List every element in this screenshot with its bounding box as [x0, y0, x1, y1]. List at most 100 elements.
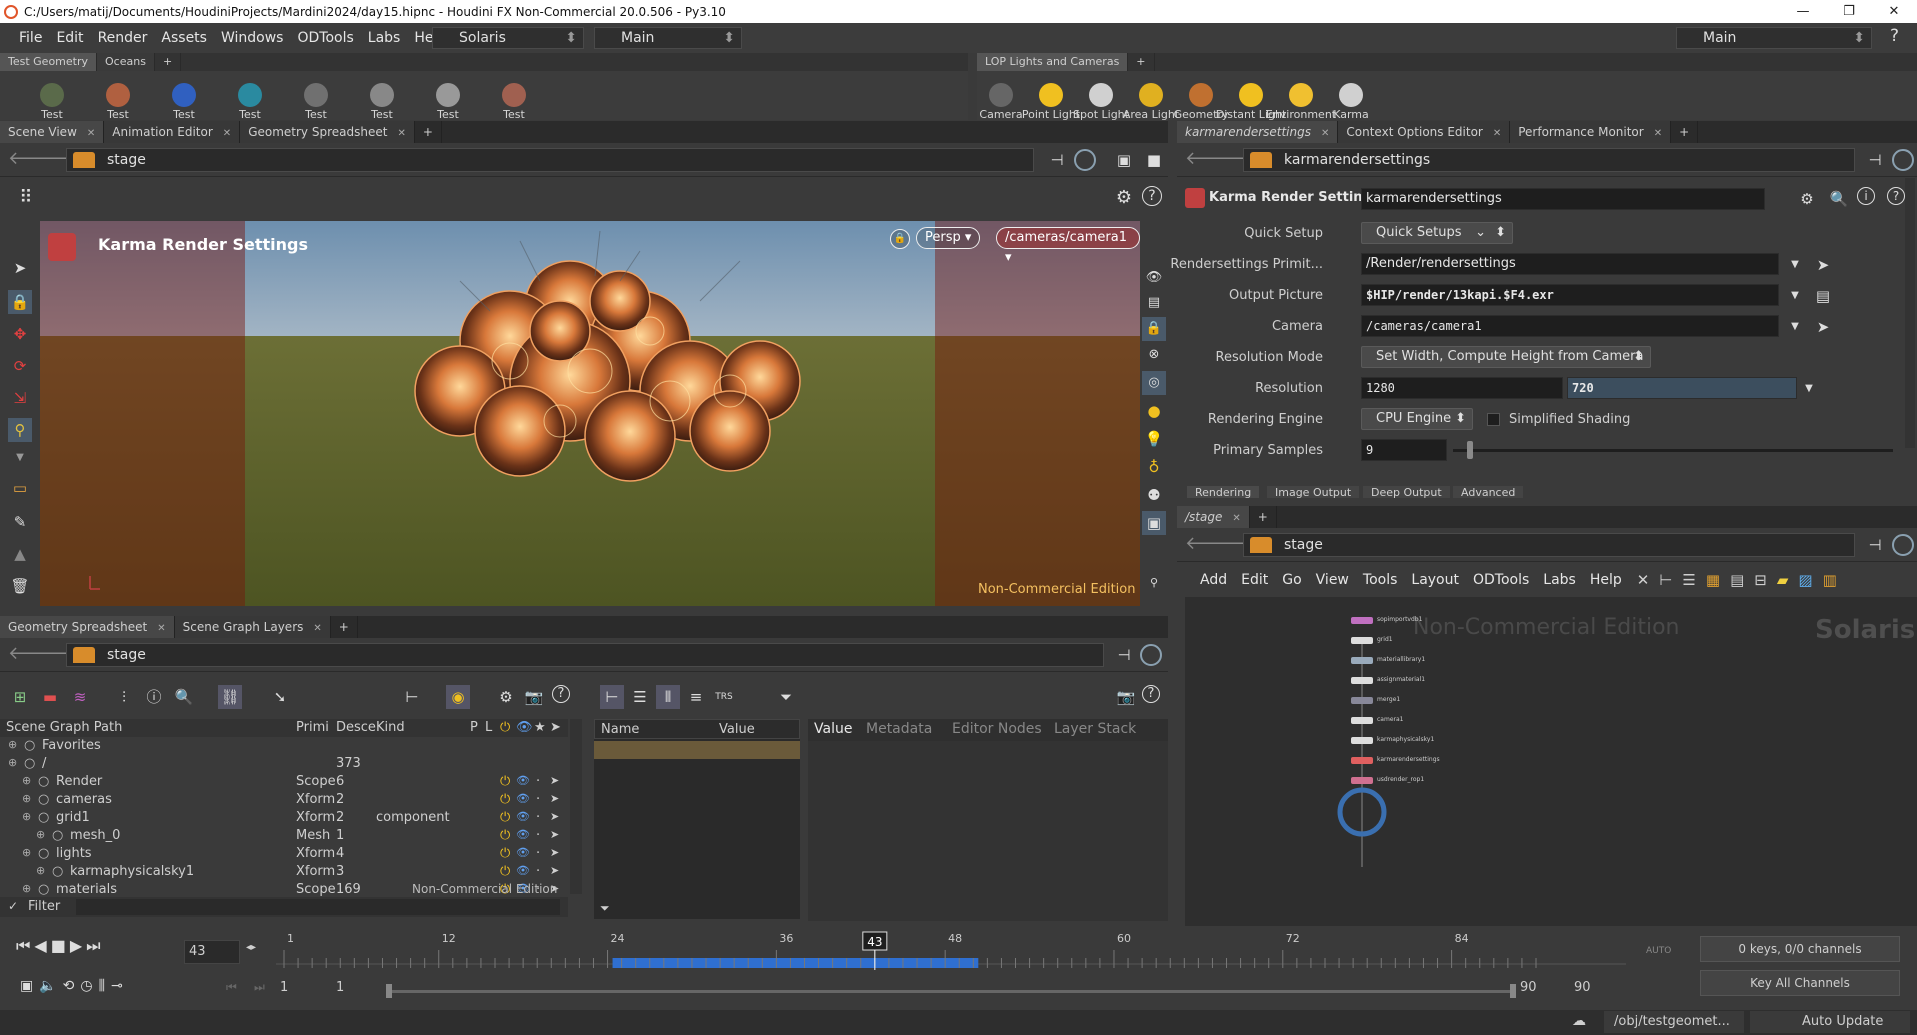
realtime-icon[interactable]: ▣ — [20, 978, 33, 1002]
sticky-note-icon[interactable]: ▰ — [1777, 571, 1789, 589]
add-tab-icon[interactable]: + — [415, 121, 442, 143]
columns-icon[interactable]: ⫴ — [656, 685, 680, 709]
network-node[interactable] — [1351, 737, 1373, 744]
select-toggle-icon[interactable]: ➤ — [550, 810, 559, 823]
param-scrollbar[interactable] — [1905, 178, 1915, 448]
select-arrow-icon[interactable]: ➤ — [1811, 253, 1835, 277]
visibility-toggle-icon[interactable]: 👁 — [516, 864, 530, 877]
search-icon[interactable]: 🔍 — [1827, 187, 1851, 211]
folder-tab-image-output[interactable]: Image Output — [1267, 486, 1360, 498]
scene-graph-icon[interactable]: ⊞ — [8, 685, 32, 709]
shelf-tab-test-geometry[interactable]: Test Geometry — [0, 53, 98, 71]
step-frames-icon[interactable]: ◂▸ — [246, 942, 256, 953]
status-path[interactable]: /obj/testgeomet... — [1604, 1011, 1744, 1033]
network-node[interactable] — [1351, 777, 1373, 784]
visibility-toggle-icon[interactable]: 👁 — [516, 774, 530, 787]
primary-samples-slider[interactable] — [1453, 449, 1893, 452]
tree-row[interactable]: ⊕ ○ Favorites — [0, 737, 568, 755]
spreadsheet-path-field[interactable]: stage — [66, 643, 1104, 667]
range-handle-end[interactable] — [1510, 984, 1516, 998]
col-descendants[interactable]: Desce — [336, 720, 376, 735]
jump-start-icon[interactable]: ⏮ — [16, 936, 30, 962]
net-menu-go[interactable]: Go — [1275, 572, 1308, 588]
lock-view-icon[interactable]: 🔒 — [1142, 317, 1166, 341]
trs-icon[interactable]: TRS — [712, 685, 736, 709]
close-icon[interactable]: ✕ — [1321, 128, 1329, 139]
eye-icon[interactable]: 👁 — [1142, 266, 1166, 290]
tab-performance-monitor[interactable]: Performance Monitor ✕ — [1510, 121, 1672, 143]
menu-file[interactable]: File — [12, 30, 49, 46]
paint-tool-icon[interactable]: ✎ — [8, 510, 32, 534]
close-icon[interactable]: ✕ — [1871, 0, 1917, 23]
play-reverse-icon[interactable]: ◀ — [34, 936, 46, 962]
list-view-icon[interactable]: ☰ — [628, 685, 652, 709]
help-icon[interactable]: ? — [552, 685, 570, 703]
network-node[interactable] — [1351, 617, 1373, 624]
active-toggle-icon[interactable]: ⏻ — [500, 828, 510, 843]
audio-icon[interactable]: 🔈 — [39, 978, 56, 1002]
network-node[interactable] — [1351, 757, 1373, 764]
close-icon[interactable]: ✕ — [1654, 128, 1662, 139]
file-browse-icon[interactable]: ▤ — [1811, 284, 1835, 308]
tree-scrollbar[interactable] — [570, 719, 582, 894]
lock-camera-icon[interactable]: 🔒 — [890, 229, 910, 249]
pin-icon[interactable]: ⊣ — [1112, 643, 1136, 667]
tab-context-options[interactable]: Context Options Editor ✕ — [1338, 121, 1511, 143]
network-node[interactable] — [1351, 697, 1373, 704]
visibility-toggle-icon[interactable]: 👁 — [516, 810, 530, 823]
link-toggle-icon[interactable]: ⛓ — [218, 685, 242, 709]
col-payload[interactable]: P — [470, 720, 478, 735]
hierarchy-icon[interactable]: ⊢ — [400, 685, 424, 709]
menu-edit[interactable]: Edit — [49, 30, 90, 46]
tab-geometry-spreadsheet[interactable]: Geometry Spreadsheet ✕ — [240, 121, 415, 143]
lock-tool-icon[interactable]: 🔒 — [8, 290, 32, 314]
link-icon[interactable] — [1892, 534, 1914, 556]
net-menu-labs[interactable]: Labs — [1536, 572, 1583, 588]
trash-icon[interactable]: 🗑 — [8, 574, 32, 598]
viewport[interactable]: Karma Render Settings 🔒 Persp ▾ /cameras… — [40, 221, 1140, 606]
expand-icon[interactable]: ⊕ — [8, 756, 17, 769]
tree-row[interactable]: ⊕ ○ lights Xform 4 ⏻ 👁 · ➤ — [0, 845, 568, 863]
clock-icon[interactable]: ◷ — [80, 978, 92, 1002]
col-loaded[interactable]: L — [485, 720, 492, 735]
active-toggle-icon[interactable]: ⏻ — [500, 810, 510, 825]
network-path-field[interactable]: stage — [1243, 533, 1855, 557]
expand-icon[interactable]: ⊕ — [36, 864, 45, 877]
net-menu-help[interactable]: Help — [1583, 572, 1629, 588]
properties-selected-row[interactable] — [594, 741, 800, 759]
add-shelf-tab-icon[interactable]: + — [155, 53, 182, 71]
palette-icon[interactable]: ▦ — [1706, 571, 1720, 589]
slider-handle[interactable] — [1467, 441, 1473, 459]
detail-tab-metadata[interactable]: Metadata — [866, 721, 932, 737]
close-icon[interactable]: ✕ — [313, 623, 321, 634]
col-primitive-type[interactable]: Primi — [296, 720, 329, 735]
transform-tool-icon[interactable]: ✥ — [8, 322, 32, 346]
param-path-field[interactable]: karmarendersettings — [1243, 148, 1855, 172]
rows-icon[interactable]: ≡ — [684, 685, 708, 709]
select-tool-icon[interactable]: ➤ — [8, 256, 32, 280]
keys-channels-button[interactable]: 0 keys, 0/0 channels — [1700, 936, 1900, 962]
menu-windows[interactable]: Windows — [214, 30, 291, 46]
close-icon[interactable]: ✕ — [223, 128, 231, 139]
col-visibility-icon[interactable]: 👁 — [516, 720, 533, 735]
target-icon[interactable]: ◉ — [446, 685, 470, 709]
expand-icon[interactable]: ⊕ — [22, 792, 31, 805]
pin-icon[interactable]: ⊣ — [1863, 148, 1887, 172]
expand-icon[interactable]: ⊕ — [22, 846, 31, 859]
help-icon[interactable]: ? — [1142, 186, 1162, 206]
range-slider[interactable] — [386, 990, 1516, 993]
tree-row[interactable]: ⊕ ○ cameras Xform 2 ⏻ 👁 · ➤ — [0, 791, 568, 809]
net-menu-view[interactable]: View — [1309, 572, 1356, 588]
tree-icon[interactable]: ⊢ — [1659, 571, 1672, 589]
loop-icon[interactable]: ⟲ — [63, 978, 75, 1002]
zoom-icon[interactable]: 🔍 — [172, 685, 196, 709]
vis-icon[interactable]: ⚲ — [1142, 571, 1166, 595]
background-icon[interactable]: ◎ — [1142, 371, 1166, 395]
display-options-icon[interactable]: ■ — [1142, 148, 1166, 172]
network-editor[interactable]: Non-Commercial Edition Solaris sopimport… — [1177, 597, 1917, 927]
select-toggle-icon[interactable]: ➤ — [550, 864, 559, 877]
link-icon[interactable] — [1074, 149, 1096, 171]
select-toggle-icon[interactable]: ➤ — [550, 846, 559, 859]
funnel-icon[interactable]: ⏷ — [774, 685, 798, 709]
expand-icon[interactable]: ⊕ — [22, 774, 31, 787]
